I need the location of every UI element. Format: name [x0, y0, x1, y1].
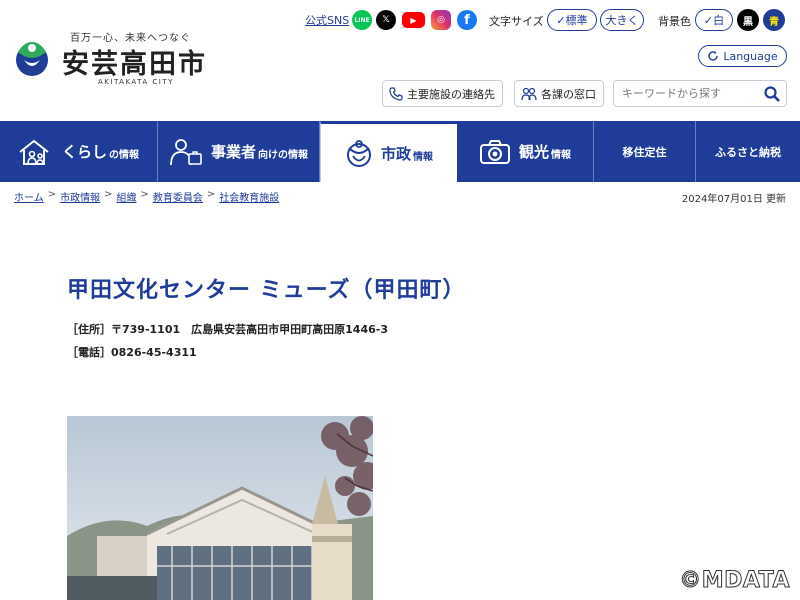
nav-furusato[interactable]: ふるさと納税 — [696, 121, 800, 182]
nav-kurashi-sub: の情報 — [109, 150, 139, 161]
camera-icon — [479, 139, 511, 165]
font-large-label: 大きく — [605, 14, 639, 27]
font-standard-button[interactable]: ✓ 標準 — [547, 9, 597, 31]
facility-contact-button[interactable]: 主要施設の連絡先 — [382, 80, 503, 107]
bg-white-button[interactable]: ✓ 白 — [695, 9, 733, 31]
page-title: 甲田文化センター ミューズ（甲田町） — [67, 278, 466, 303]
site-logo[interactable]: 百万一心、未来へつなぐ 安芸高田市 AKITAKATA CITY — [14, 30, 224, 90]
department-window-button[interactable]: 各課の窓口 — [514, 80, 604, 107]
nav-kurashi[interactable]: くらし の情報 — [0, 121, 158, 182]
language-button[interactable]: Language — [698, 45, 787, 67]
phone-icon — [389, 86, 403, 101]
breadcrumb-soshiki[interactable]: 組織 — [116, 189, 136, 204]
logo-english: AKITAKATA CITY — [98, 78, 174, 86]
instagram-icon[interactable]: ◎ — [431, 10, 451, 30]
facility-contact-label: 主要施設の連絡先 — [407, 87, 495, 101]
nav-shisei-label: 市政 — [380, 144, 411, 163]
search-input[interactable] — [614, 81, 762, 106]
x-icon[interactable]: 𝕏 — [376, 10, 396, 30]
sns-label-link[interactable]: 公式SNS — [305, 12, 349, 28]
language-label: Language — [723, 49, 778, 63]
breadcrumb-separator: > — [206, 189, 216, 200]
people-icon — [521, 87, 537, 100]
youtube-icon[interactable]: ▶ — [402, 12, 425, 28]
updated-date: 2024年07月01日 更新 — [681, 194, 786, 205]
address-line: ［住所］〒739-1101 広島県安芸高田市甲田町高田原1446-3 — [67, 323, 388, 336]
city-emblem-icon — [16, 42, 48, 76]
breadcrumb-shakai[interactable]: 社会教育施設 — [219, 189, 279, 204]
breadcrumb-shisei[interactable]: 市政情報 — [60, 189, 100, 204]
phone-line: ［電話］0826-45-4311 — [67, 346, 197, 359]
nav-kanko-sub: 情報 — [551, 150, 571, 161]
nav-business-sub: 向けの情報 — [258, 150, 308, 161]
businessperson-icon — [169, 138, 203, 166]
logo-name: 安芸高田市 — [62, 49, 207, 80]
nav-business[interactable]: 事業者 向けの情報 — [158, 121, 320, 182]
bg-blue-button[interactable]: 青 — [763, 9, 785, 31]
breadcrumb-home[interactable]: ホーム — [14, 189, 44, 204]
nav-shisei-active[interactable]: 市政 情報 — [320, 121, 457, 182]
breadcrumb-kyoiku[interactable]: 教育委員会 — [153, 189, 203, 204]
house-family-icon — [18, 138, 54, 166]
nav-ijyu[interactable]: 移住定住 — [594, 121, 696, 182]
search-button[interactable] — [762, 84, 782, 104]
search-box — [613, 80, 787, 107]
nav-business-label: 事業者 — [210, 143, 256, 161]
bg-white-label: 白 — [713, 14, 725, 27]
font-large-button[interactable]: 大きく — [600, 9, 644, 31]
site-header: 百万一心、未来へつなぐ 安芸高田市 AKITAKATA CITY 公式SNS L… — [0, 0, 800, 121]
facebook-icon[interactable]: f — [457, 10, 477, 30]
breadcrumb-separator: > — [47, 189, 57, 200]
check-icon: ✓ — [703, 13, 714, 27]
nav-kanko[interactable]: 観光 情報 — [457, 121, 594, 182]
facility-photo — [67, 416, 373, 600]
refresh-icon — [708, 51, 719, 61]
breadcrumb: ホーム > 市政情報 > 組織 > 教育委員会 > 社会教育施設 — [14, 189, 279, 204]
font-size-label: 文字サイズ — [489, 15, 544, 28]
breadcrumb-separator: > — [140, 189, 149, 200]
global-nav: くらし の情報 事業者 向けの情報 市政 情報 観光 情報 移住定住 ふるさと納税 — [0, 121, 800, 182]
nav-kanko-label: 観光 — [518, 143, 549, 161]
bg-black-button[interactable]: 黒 — [737, 9, 759, 31]
breadcrumb-separator: > — [104, 189, 113, 200]
bg-color-label: 背景色 — [658, 15, 691, 28]
line-icon[interactable]: LINE — [352, 10, 372, 30]
department-window-label: 各課の窓口 — [541, 87, 596, 101]
search-icon — [764, 86, 780, 102]
copyright-watermark: ©MDATA — [679, 568, 790, 594]
nav-shisei-sub: 情報 — [413, 151, 433, 163]
font-standard-label: 標準 — [565, 14, 588, 27]
city-emblem-nav-icon — [345, 138, 373, 168]
check-icon: ✓ — [556, 13, 566, 27]
nav-kurashi-label: くらし — [61, 143, 107, 161]
